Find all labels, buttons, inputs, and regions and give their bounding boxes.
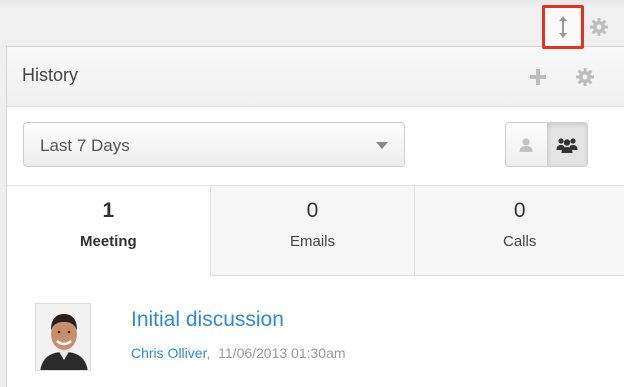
team-items-toggle[interactable] bbox=[546, 123, 587, 166]
tab-count: 0 bbox=[513, 199, 526, 222]
record-meta: Chris Olliver, 11/06/2013 01:30am bbox=[131, 345, 346, 361]
gear-icon bbox=[576, 68, 594, 86]
resize-toggle-button[interactable] bbox=[542, 5, 584, 49]
history-dashlet: History Last 7 Days 1 Meeting 0 Emails 0… bbox=[6, 46, 624, 387]
dashlet-header: History bbox=[7, 47, 624, 107]
dashboard-settings-button[interactable] bbox=[588, 16, 610, 38]
tab-count: 0 bbox=[306, 199, 319, 222]
user-icon bbox=[519, 138, 533, 152]
record-datetime: 11/06/2013 01:30am bbox=[218, 345, 346, 361]
chevron-down-icon bbox=[376, 142, 388, 149]
avatar bbox=[35, 303, 91, 371]
record-author-link[interactable]: Chris Olliver bbox=[131, 345, 206, 361]
add-button[interactable] bbox=[527, 66, 549, 88]
person-photo-icon bbox=[36, 304, 90, 370]
meta-separator: , bbox=[206, 345, 211, 361]
gear-icon bbox=[590, 18, 608, 36]
group-icon bbox=[556, 137, 578, 153]
dashboard-toolbar bbox=[0, 0, 624, 49]
date-range-value: Last 7 Days bbox=[40, 136, 130, 155]
tab-calls[interactable]: 0 Calls bbox=[414, 186, 624, 276]
tab-label: Meeting bbox=[80, 233, 137, 250]
plus-icon bbox=[530, 69, 546, 85]
dashlet-title: History bbox=[22, 65, 79, 85]
dashlet-settings-button[interactable] bbox=[574, 66, 596, 88]
tab-count: 1 bbox=[102, 199, 115, 222]
resize-vertical-icon bbox=[559, 16, 567, 38]
record-title-link[interactable]: Initial discussion bbox=[131, 308, 284, 332]
visibility-toggle-group bbox=[505, 122, 588, 167]
date-range-select[interactable]: Last 7 Days bbox=[23, 122, 405, 167]
my-items-toggle[interactable] bbox=[506, 123, 547, 166]
tab-emails[interactable]: 0 Emails bbox=[209, 186, 415, 276]
list-item: Initial discussion Chris Olliver, 11/06/… bbox=[7, 275, 624, 387]
tab-label: Calls bbox=[503, 233, 537, 250]
tab-label: Emails bbox=[290, 233, 336, 250]
tab-meetings[interactable]: 1 Meeting bbox=[7, 186, 210, 276]
history-tabs: 1 Meeting 0 Emails 0 Calls bbox=[7, 185, 624, 276]
